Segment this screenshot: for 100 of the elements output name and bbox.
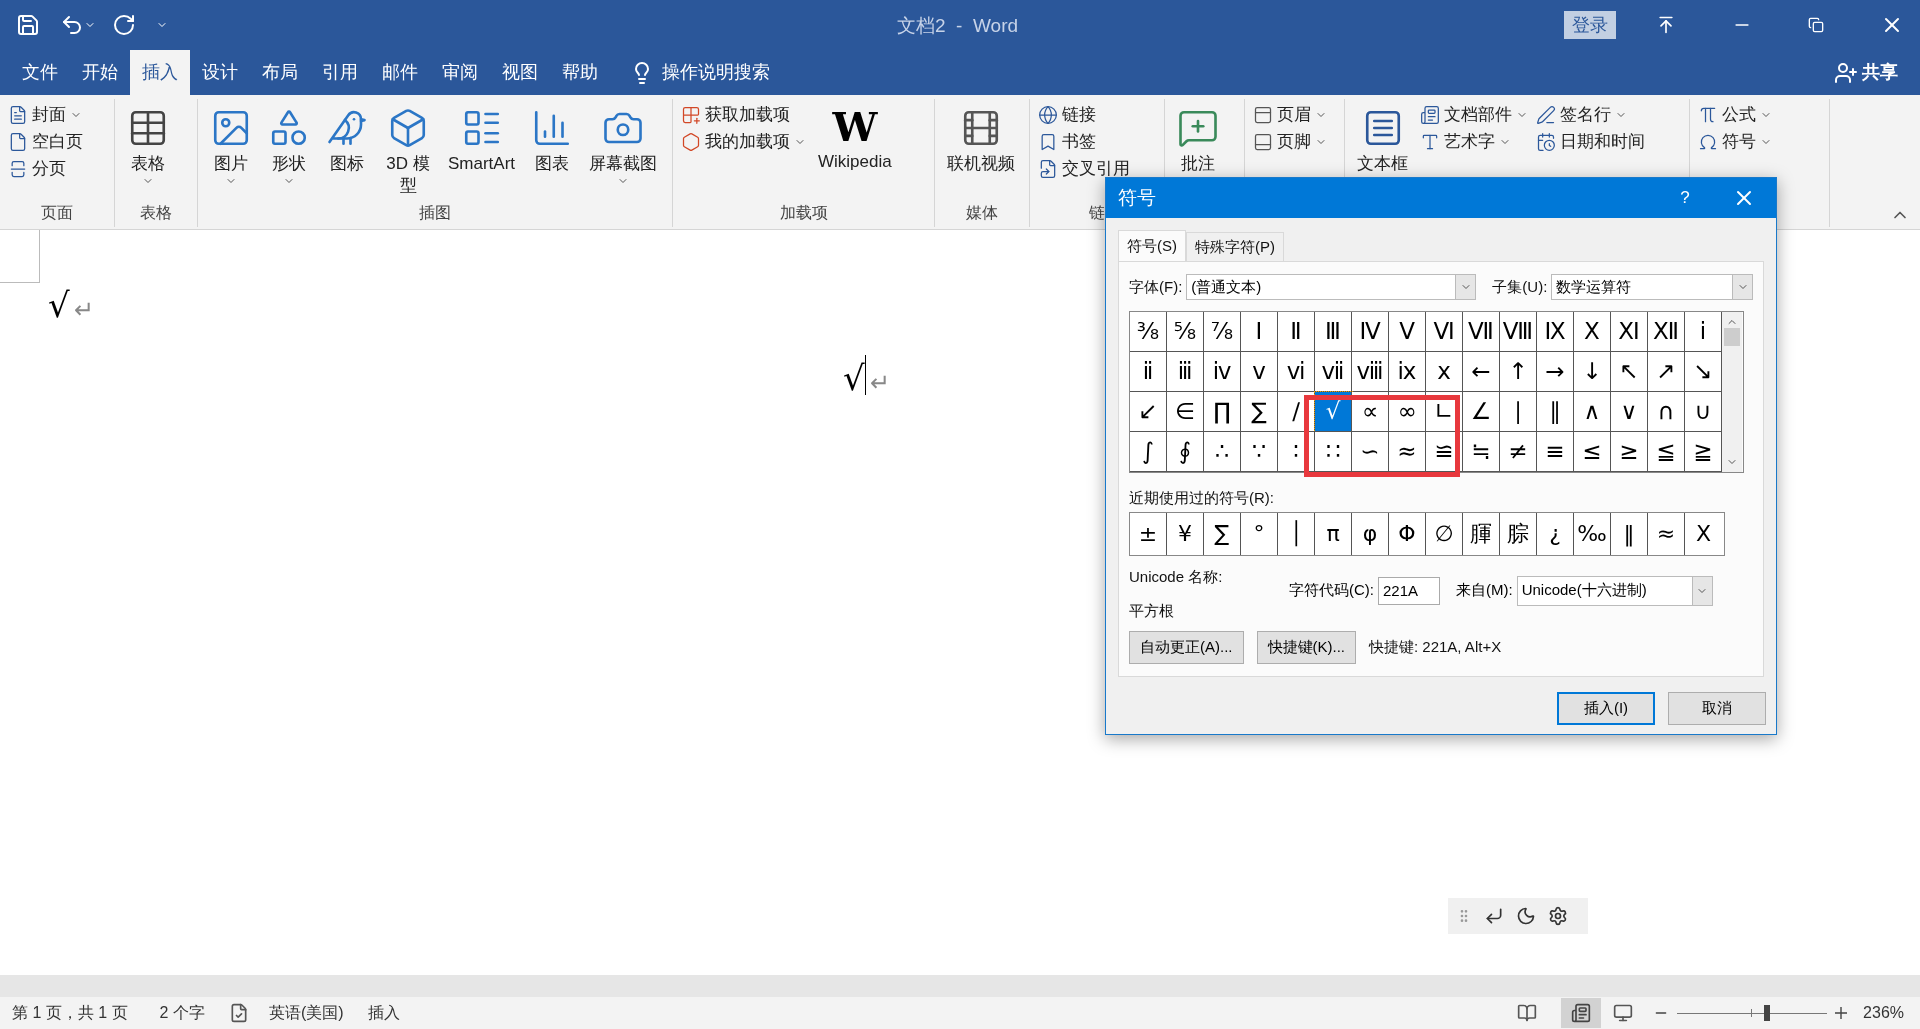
ribbon-button[interactable]: 联机视频 (943, 103, 1019, 175)
menu-tab[interactable]: 布局 (250, 50, 310, 95)
symbol-cell[interactable]: ⅳ (1204, 352, 1241, 392)
symbol-cell[interactable]: Ⅺ (1611, 312, 1648, 352)
symbol-cell[interactable]: ≈ (1389, 432, 1426, 472)
symbol-cell[interactable]: Ⅻ (1648, 312, 1685, 352)
code-field[interactable]: 221A (1378, 576, 1440, 605)
symbol-cell[interactable]: ≥ (1611, 432, 1648, 472)
return-icon[interactable] (1484, 906, 1504, 926)
symbol-cell[interactable]: ∠ (1463, 392, 1500, 432)
scroll-thumb[interactable] (1724, 328, 1740, 346)
symbol-cell[interactable]: ⅶ (1315, 352, 1352, 392)
symbol-cell[interactable]: Ⅱ (1278, 312, 1315, 352)
symbol-cell[interactable]: ∮ (1167, 432, 1204, 472)
symbol-cell[interactable]: ↙ (1130, 392, 1167, 432)
symbol-cell[interactable]: ≦ (1648, 432, 1685, 472)
symbol-cell[interactable]: √ (1315, 392, 1352, 432)
symbol-cell[interactable]: ∧ (1574, 392, 1611, 432)
ribbon-button[interactable]: 图标 (322, 103, 372, 175)
symbol-cell[interactable]: ≠ (1500, 432, 1537, 472)
symbol-cell[interactable]: ∞ (1389, 392, 1426, 432)
symbol-cell[interactable]: ∣ (1500, 392, 1537, 432)
print-layout-button[interactable] (1561, 998, 1602, 1028)
symbol-cell[interactable]: ⅸ (1389, 352, 1426, 392)
signin-button[interactable]: 登录 (1564, 11, 1616, 39)
symbol-cell[interactable]: Ⅳ (1352, 312, 1389, 352)
symbol-cell[interactable]: ⅷ (1352, 352, 1389, 392)
symbol-cell[interactable]: Ⅹ (1574, 312, 1611, 352)
undo-icon[interactable] (60, 13, 84, 37)
ribbon-button[interactable]: 3D 模型 (380, 103, 436, 197)
symbol-cell[interactable]: ∨ (1611, 392, 1648, 432)
input-mode[interactable]: 插入 (367, 1001, 400, 1025)
symbol-cell[interactable]: ∽ (1352, 432, 1389, 472)
zoom-level[interactable]: 236% (1863, 1001, 1904, 1025)
menu-tab[interactable]: 审阅 (430, 50, 490, 95)
ribbon-display-icon[interactable] (1656, 15, 1676, 35)
ribbon-button[interactable]: 日期和时间 (1536, 130, 1645, 154)
symbol-cell[interactable]: ⅜ (1130, 312, 1167, 352)
web-layout-icon[interactable] (1613, 1003, 1634, 1023)
symbol-cell[interactable]: Ⅶ (1463, 312, 1500, 352)
symbol-cell[interactable]: ∈ (1167, 392, 1204, 432)
language[interactable]: 英语(美国) (268, 1001, 344, 1025)
menu-tab[interactable]: 文件 (10, 50, 70, 95)
menu-tab[interactable]: 邮件 (370, 50, 430, 95)
symbol-cell[interactable]: ∩ (1648, 392, 1685, 432)
ribbon-button[interactable]: 图表 (527, 103, 578, 175)
symbol-cell[interactable]: ∵ (1241, 432, 1278, 472)
symbol-cell[interactable]: ≧ (1685, 432, 1722, 472)
ribbon-button[interactable]: 形状 (264, 103, 314, 187)
tell-me-search[interactable]: 操作说明搜索 (662, 59, 770, 86)
zoom-in-icon[interactable] (1835, 1007, 1848, 1019)
symbol-cell[interactable]: ∏ (1204, 392, 1241, 432)
ribbon-button[interactable]: 符号 (1698, 130, 1772, 154)
symbol-cell[interactable]: ⅵ (1278, 352, 1315, 392)
menu-tab[interactable]: 插入 (130, 50, 190, 95)
symbol-cell[interactable]: ↗ (1648, 352, 1685, 392)
cancel-button[interactable]: 取消 (1668, 692, 1766, 725)
symbol-cell[interactable]: ∷ (1315, 432, 1352, 472)
symbol-cell[interactable]: Ⅵ (1426, 312, 1463, 352)
symbol-cell[interactable]: ⅲ (1167, 352, 1204, 392)
symbol-cell[interactable]: ⅰ (1685, 312, 1722, 352)
ribbon-button[interactable]: 图片 (206, 103, 256, 187)
menu-tab[interactable]: 视图 (490, 50, 550, 95)
redo-icon[interactable] (112, 13, 136, 37)
symbol-cell[interactable]: ⅴ (1241, 352, 1278, 392)
ribbon-button[interactable]: 批注 (1173, 103, 1223, 175)
symbol-cell[interactable]: ⅹ (1426, 352, 1463, 392)
symbol-cell[interactable]: → (1537, 352, 1574, 392)
ribbon-button[interactable]: 书签 (1038, 130, 1130, 154)
ribbon-button[interactable]: 封面 (8, 103, 83, 127)
ribbon-button[interactable]: 表格 (123, 103, 173, 187)
scrollbar[interactable] (1722, 312, 1742, 472)
symbol-cell[interactable]: ↑ (1500, 352, 1537, 392)
ribbon-button[interactable]: 分页 (8, 157, 83, 181)
ribbon-button[interactable]: 文本框 (1353, 103, 1412, 175)
page-count[interactable]: 第 1 页，共 1 页 (12, 1001, 128, 1025)
share-button[interactable]: 共享 (1862, 59, 1898, 86)
moon-icon[interactable] (1516, 906, 1536, 926)
symbol-cell[interactable]: ∑ (1241, 392, 1278, 432)
shortcut-key-button[interactable]: 快捷键(K)... (1256, 630, 1356, 664)
recent-symbol[interactable]: X (1685, 512, 1722, 555)
ribbon-button[interactable]: 签名行 (1536, 103, 1645, 127)
insert-button[interactable]: 插入(I) (1557, 692, 1655, 725)
symbol-cell[interactable]: ↖ (1611, 352, 1648, 392)
autocorrect-button[interactable]: 自动更正(A)... (1129, 630, 1244, 664)
dialog-tab[interactable]: 符号(S) (1118, 230, 1186, 262)
ribbon-button[interactable]: 空白页 (8, 130, 83, 154)
symbol-cell[interactable]: Ⅷ (1500, 312, 1537, 352)
ribbon-button[interactable]: 艺术字 (1420, 130, 1528, 154)
read-mode-icon[interactable] (1517, 1003, 1538, 1023)
word-count[interactable]: 2 个字 (159, 1001, 205, 1025)
symbol-cell[interactable]: ∫ (1130, 432, 1167, 472)
zoom-thumb[interactable] (1764, 1005, 1771, 1021)
ribbon-button[interactable]: 我的加载项 (681, 130, 806, 154)
symbol-cell[interactable]: ≤ (1574, 432, 1611, 472)
settings-icon[interactable] (1548, 906, 1568, 926)
symbol-cell[interactable]: ∴ (1204, 432, 1241, 472)
save-icon[interactable] (16, 13, 40, 37)
ribbon-button[interactable]: 页眉 (1253, 103, 1327, 127)
symbol-cell[interactable]: Ⅰ (1241, 312, 1278, 352)
